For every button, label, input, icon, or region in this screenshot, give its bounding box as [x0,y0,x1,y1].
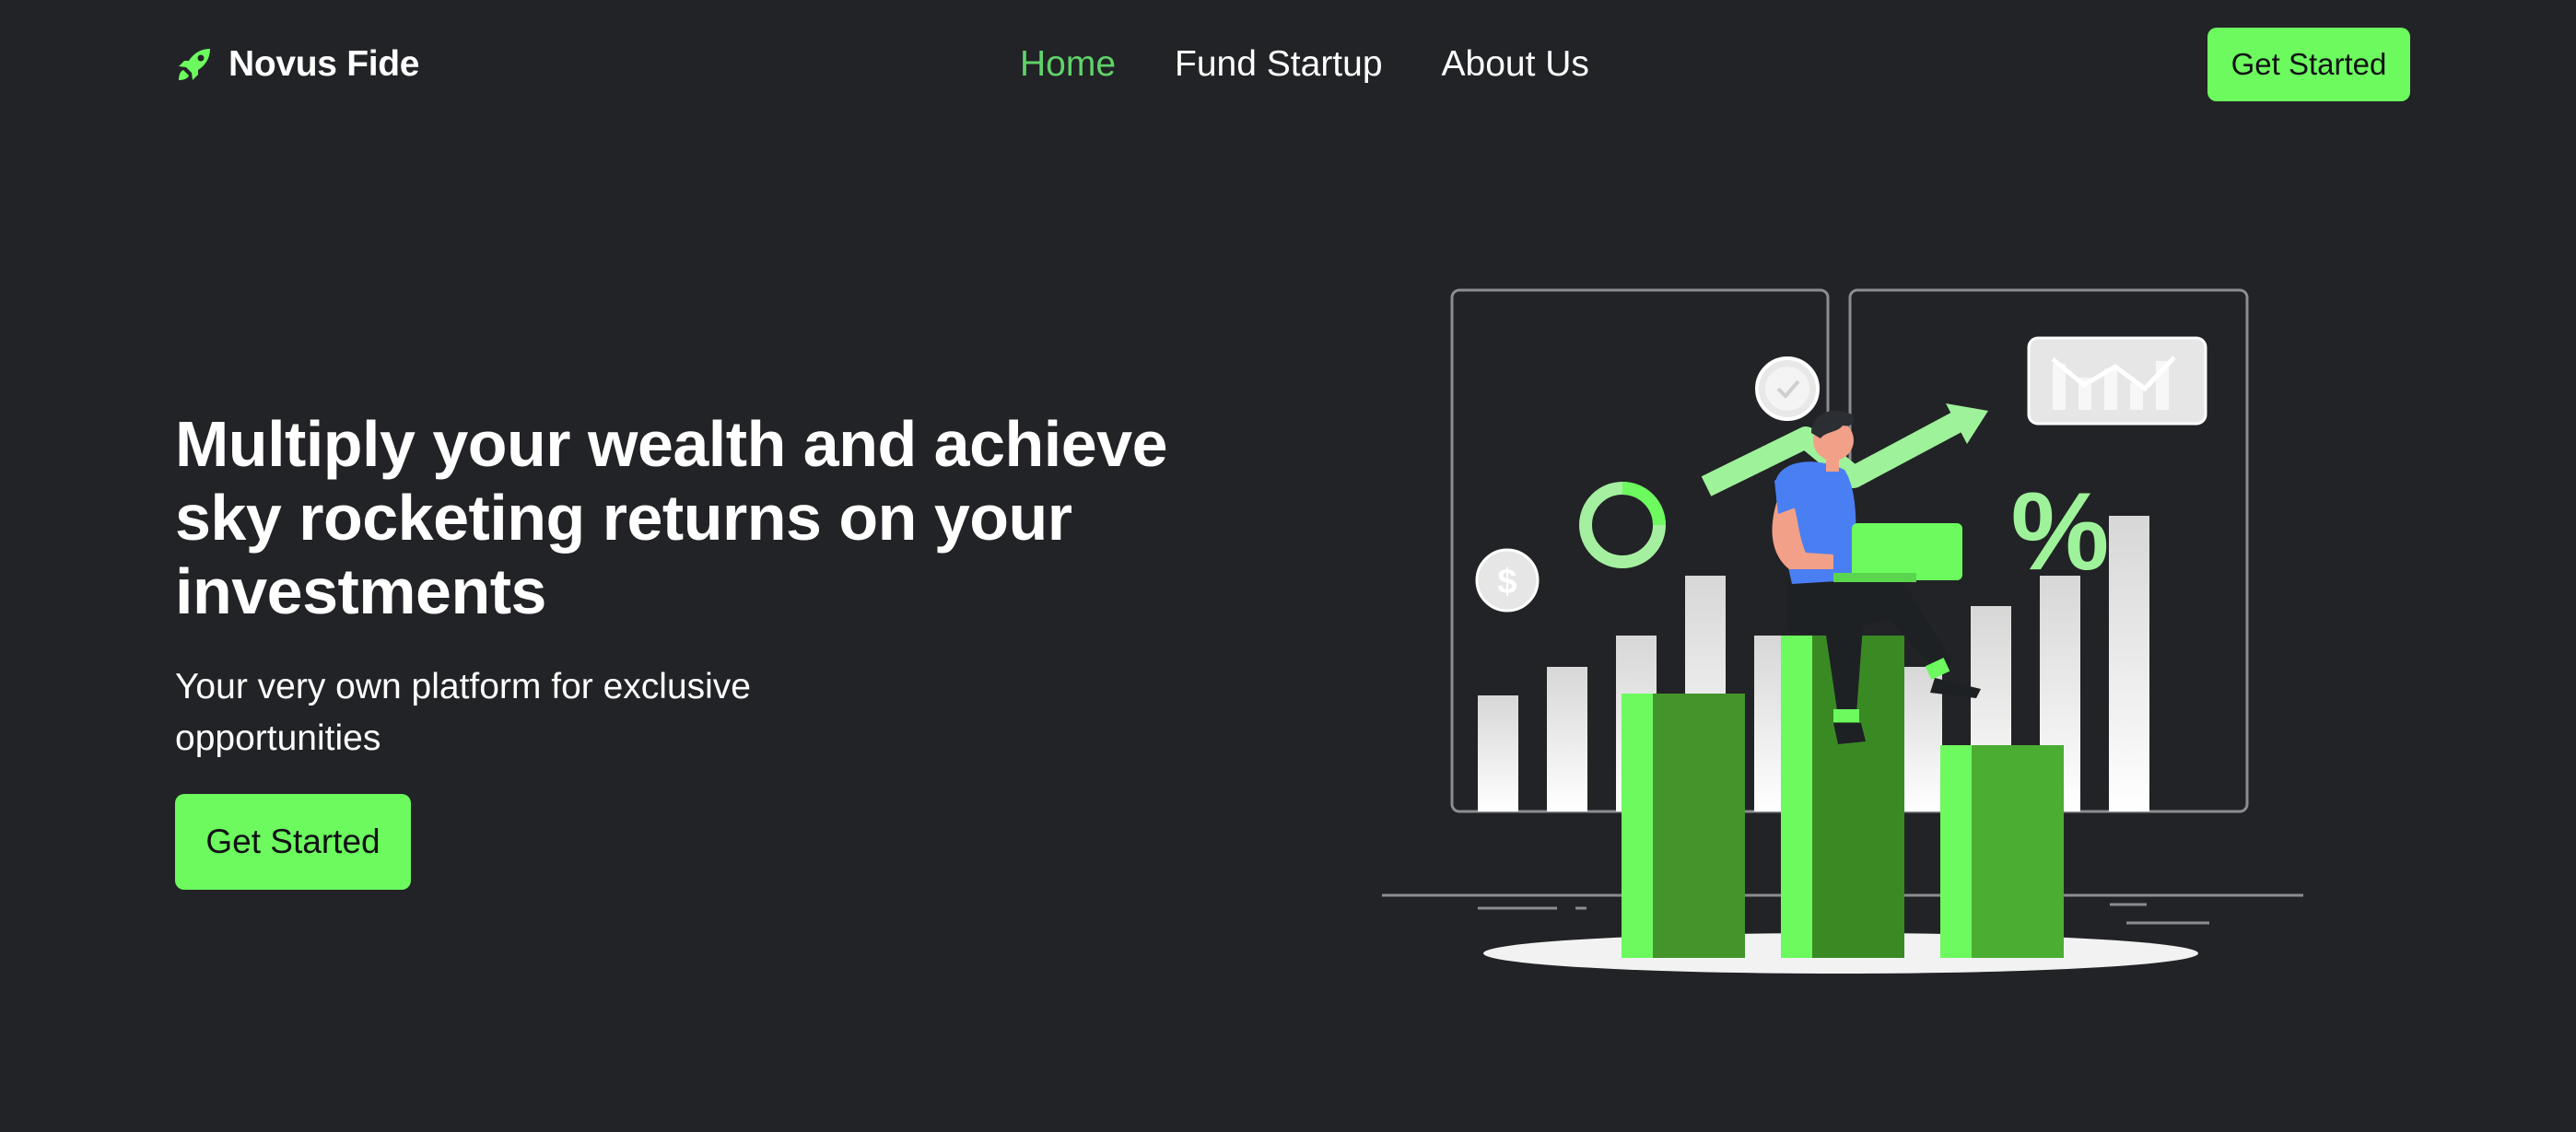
hero-get-started-button[interactable]: Get Started [175,794,411,890]
illustration-svg: $ % [1382,288,2303,974]
percent-icon: % [2011,470,2110,593]
navbar: Novus Fide Home Fund Startup About Us Ge… [0,0,2576,131]
clock-icon [1755,356,1820,421]
svg-text:$: $ [1497,563,1516,601]
dollar-coin-icon: $ [1475,548,1540,613]
nav-link-about-us[interactable]: About Us [1442,41,1589,88]
mini-chart-card [2027,336,2207,426]
investment-growth-illustration: $ % [1373,276,2313,995]
rocket-icon [175,45,214,84]
brand-logo-link[interactable]: Novus Fide [175,41,420,88]
hero-subtitle: Your very own platform for exclusive opp… [175,667,751,758]
nav-link-home[interactable]: Home [1020,41,1116,88]
donut-chart-icon [1579,482,1666,568]
brand-name: Novus Fide [228,44,420,84]
hero-title: Multiply your wealth and achieve sky roc… [175,408,1168,627]
nav-link-fund-startup[interactable]: Fund Startup [1175,41,1382,88]
landing-page: Novus Fide Home Fund Startup About Us Ge… [0,0,2576,1132]
nav-get-started-button[interactable]: Get Started [2207,28,2410,101]
main-nav: Home Fund Startup About Us [1020,41,1589,88]
